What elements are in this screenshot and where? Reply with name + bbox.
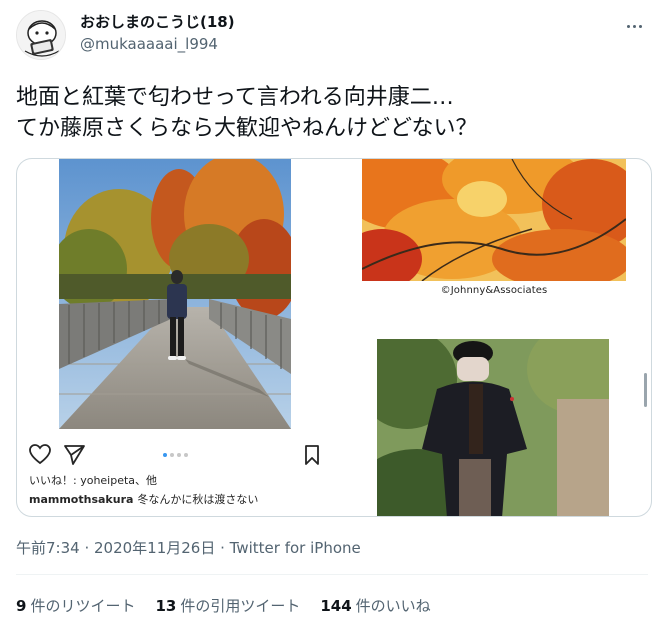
- heart-icon: [29, 444, 51, 465]
- photo-person-jacket[interactable]: [377, 339, 609, 516]
- more-options-button[interactable]: [622, 16, 646, 36]
- send-icon: [64, 445, 85, 465]
- likes-stat[interactable]: 144 件のいいね: [320, 596, 430, 616]
- instagram-action-bar: [29, 443, 321, 467]
- photo-bridge-park[interactable]: [59, 159, 291, 429]
- author-handle[interactable]: @mukaaaaai_l994: [80, 34, 235, 54]
- caption-username: mammothsakura: [29, 493, 134, 506]
- tweet-media[interactable]: いいね！: yoheipeta、他 mammothsakura 冬なんかに秋は渡さ…: [16, 158, 652, 517]
- photo-autumn-leaves[interactable]: [362, 159, 626, 281]
- retweets-stat[interactable]: 9 件のリツイート: [16, 596, 135, 616]
- author-display-name[interactable]: おおしまのこうじ(18): [80, 12, 235, 32]
- copyright-text: ©Johnny&Associates: [440, 285, 548, 296]
- caption-text: 冬なんかに秋は渡さない: [137, 493, 259, 506]
- likes-label: 件のいいね: [355, 597, 431, 615]
- instagram-caption: mammothsakura 冬なんかに秋は渡さない: [29, 493, 258, 507]
- quotes-label: 件の引用ツイート: [180, 597, 301, 615]
- more-horizontal-icon: [626, 24, 630, 28]
- divider: [16, 574, 648, 575]
- tweet-source-link[interactable]: Twitter for iPhone: [230, 539, 361, 557]
- instagram-likes-text: いいね！: yoheipeta、他: [29, 474, 158, 487]
- tweet-stats: 9 件のリツイート 13 件の引用ツイート 144 件のいいね: [16, 596, 431, 616]
- quotes-count: 13: [155, 597, 177, 615]
- retweets-count: 9: [16, 597, 27, 615]
- tweet-author[interactable]: おおしまのこうじ(18) @mukaaaaai_l994: [80, 12, 235, 54]
- media-scrollbar[interactable]: [644, 373, 647, 407]
- retweets-label: 件のリツイート: [30, 597, 136, 615]
- tweet-date[interactable]: 2020年11月26日: [94, 539, 215, 557]
- tweet-time[interactable]: 午前7:34: [16, 539, 80, 557]
- bookmark-icon: [305, 445, 319, 465]
- likes-count: 144: [320, 597, 352, 615]
- tweet-timestamp: 午前7:34 · 2020年11月26日 · Twitter for iPhon…: [16, 539, 361, 557]
- carousel-dots-icon: [163, 453, 188, 457]
- avatar-illustration-icon: [17, 11, 65, 59]
- quote-tweets-stat[interactable]: 13 件の引用ツイート: [155, 596, 300, 616]
- tweet-text: 地面と紅葉で匂わせって言われる向井康二… てか藤原さくらなら大歓迎やねんけどどな…: [16, 85, 478, 141]
- avatar[interactable]: [16, 10, 66, 60]
